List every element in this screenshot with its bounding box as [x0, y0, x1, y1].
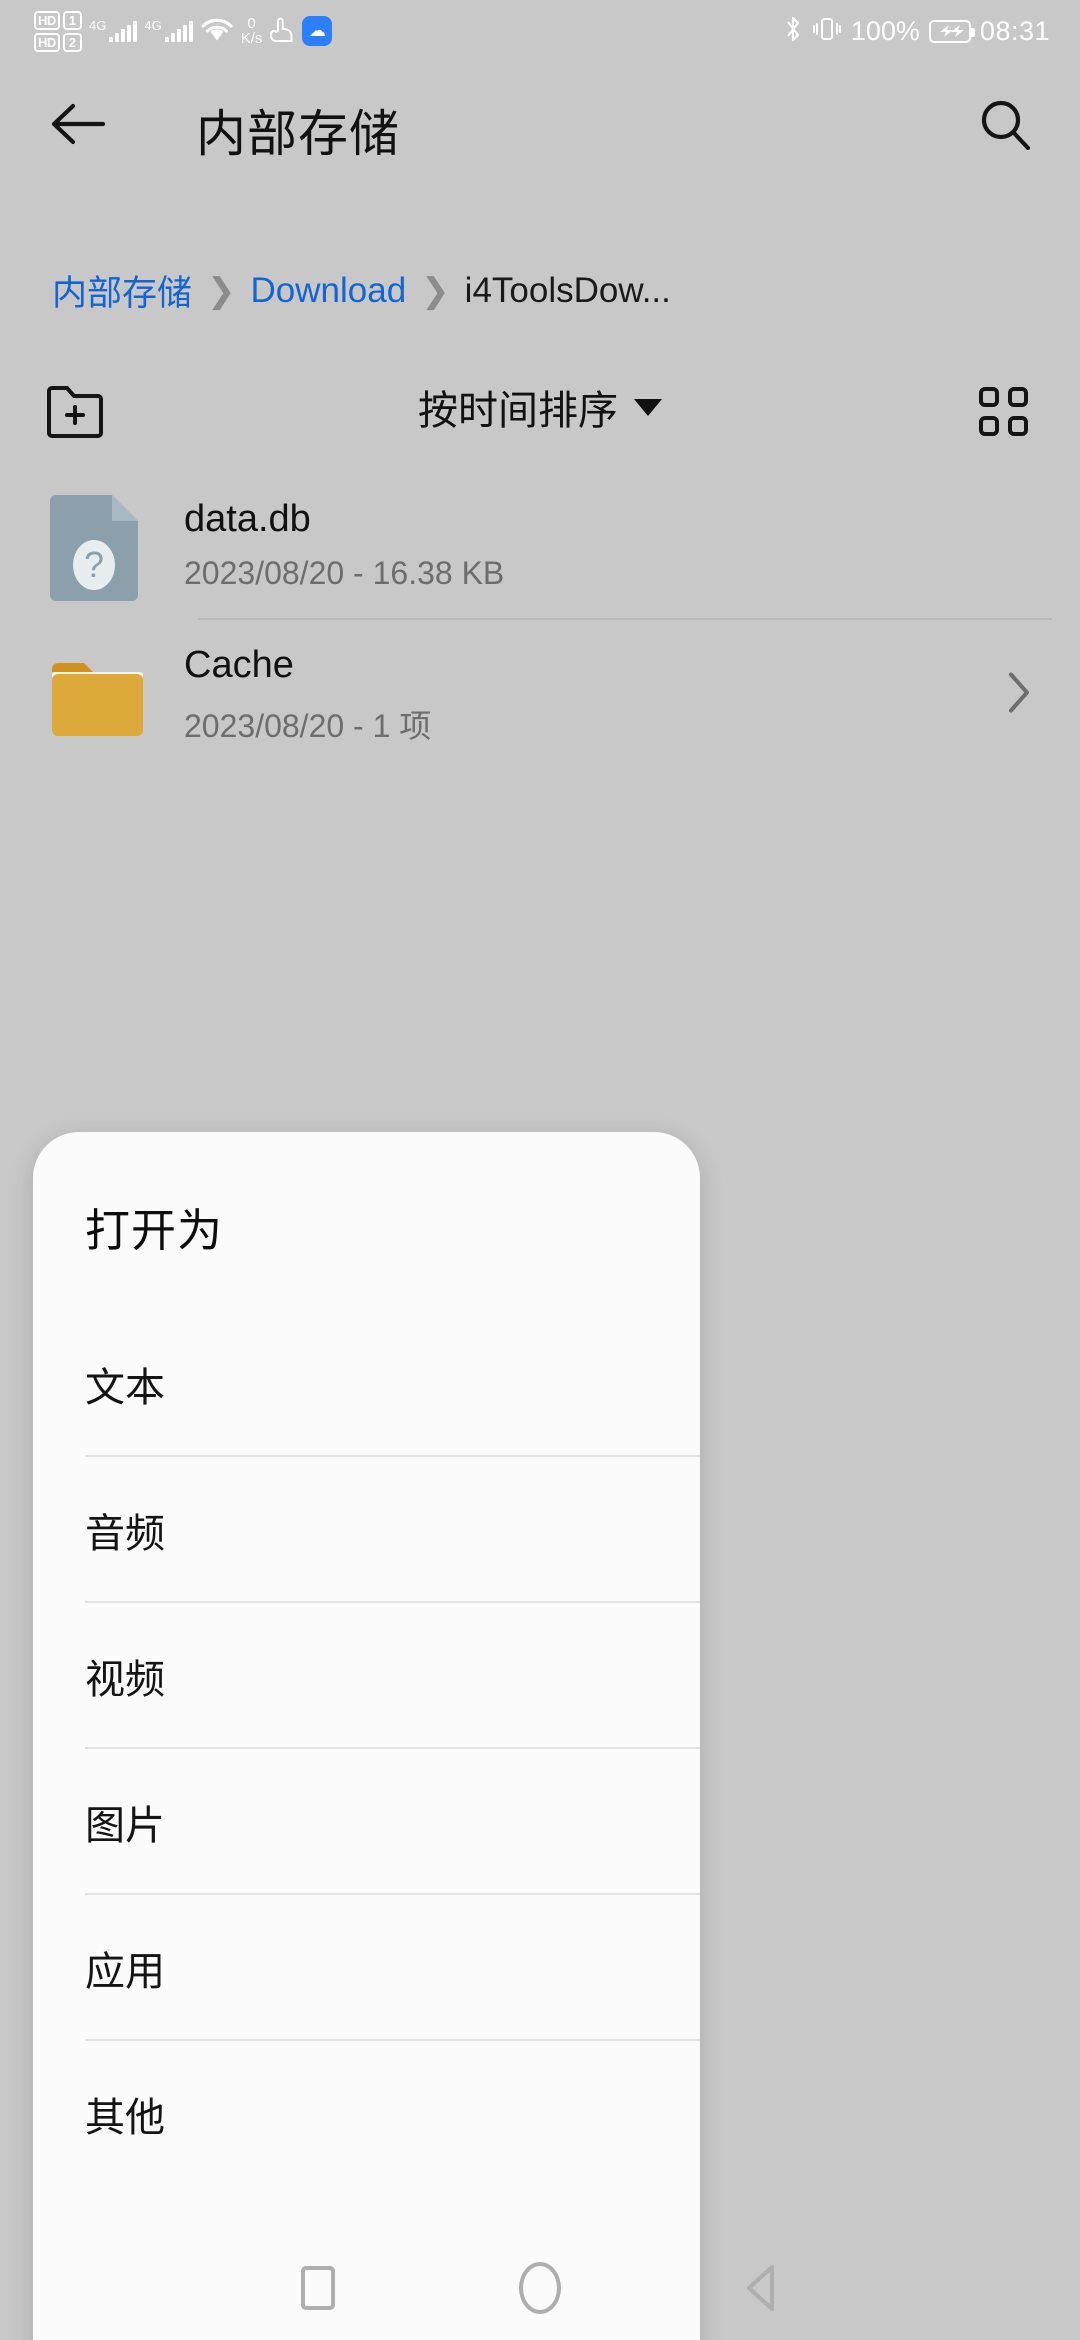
page-title: 内部存储: [196, 106, 400, 162]
folder-icon: [48, 649, 154, 741]
sort-label: 按时间排序: [418, 389, 618, 433]
phone-screen: HD 1 HD 2 4G 4G 0 K/s ☁ 100% 08:31 内部存储 …: [0, 0, 1080, 2340]
dialog-title: 打开为: [85, 1205, 224, 1256]
option-label: 文本: [85, 1366, 165, 1410]
table-row[interactable]: Cache 2023/08/20 - 1 项: [0, 620, 1080, 770]
file-subtitle: 2023/08/20 - 1 项: [184, 707, 432, 744]
new-folder-icon[interactable]: [36, 374, 114, 446]
status-bar: HD 1 HD 2 4G 4G 0 K/s ☁ 100% 08:31: [0, 0, 1080, 62]
network-type-2: 4G: [144, 18, 162, 33]
search-icon[interactable]: [970, 90, 1040, 160]
breadcrumb-separator-icon: ❯: [421, 271, 450, 310]
file-info: data.db 2023/08/20 - 16.38 KB: [184, 498, 504, 592]
status-bar-left: HD 1 HD 2 4G 4G 0 K/s ☁: [0, 10, 333, 52]
weather-app-icon: ☁: [302, 16, 333, 46]
signal-icon-1: 4G: [89, 18, 138, 42]
bluetooth-icon: [783, 14, 803, 49]
battery-charging-icon: [928, 19, 975, 43]
table-row[interactable]: ? data.db 2023/08/20 - 16.38 KB: [0, 470, 1080, 620]
network-speed-icon: 0 K/s: [241, 16, 263, 46]
open-as-option-app[interactable]: 应用: [33, 1895, 700, 2041]
wifi-icon: [200, 16, 234, 47]
unknown-file-icon: ?: [48, 489, 154, 601]
triangle-back-icon[interactable]: [726, 2252, 798, 2324]
option-label: 音频: [85, 1512, 165, 1556]
hd1-label: HD: [34, 10, 60, 30]
breadcrumb-item-2[interactable]: i4ToolsDow...: [465, 271, 671, 311]
breadcrumb-separator-icon: ❯: [207, 271, 236, 310]
breadcrumb-item-0[interactable]: 内部存储: [52, 265, 192, 316]
sim2-label: 2: [62, 32, 83, 52]
battery-percent: 100%: [850, 15, 920, 46]
file-name: data.db: [184, 498, 311, 540]
open-as-option-list: 文本 音频 视频 图片 应用 其他: [33, 1311, 700, 2187]
option-label: 视频: [85, 1658, 165, 1702]
open-as-dialog: 打开为 文本 音频 视频 图片 应用 其他: [33, 1132, 700, 2340]
square-recents-icon[interactable]: [282, 2252, 354, 2324]
breadcrumb-item-1[interactable]: Download: [251, 271, 407, 311]
sim1-label: 1: [62, 10, 83, 30]
option-label: 其他: [85, 2096, 165, 2140]
open-as-option-video[interactable]: 视频: [33, 1603, 700, 1749]
status-bar-right: 100% 08:31: [783, 14, 1080, 49]
chevron-down-icon: [634, 398, 662, 416]
file-toolbar: 按时间排序: [0, 368, 1080, 454]
status-bar-clock: 08:31: [979, 15, 1050, 46]
android-nav-bar: [0, 2236, 1080, 2340]
file-name: Cache: [184, 643, 294, 686]
open-as-option-image[interactable]: 图片: [33, 1749, 700, 1895]
network-type-1: 4G: [89, 18, 107, 33]
hd2-label: HD: [34, 32, 60, 52]
breadcrumb: 内部存储 ❯ Download ❯ i4ToolsDow...: [52, 265, 671, 316]
signal-icon-2: 4G: [144, 18, 193, 42]
net-speed-value: 0: [247, 15, 256, 32]
open-as-option-other[interactable]: 其他: [33, 2041, 700, 2187]
file-list: ? data.db 2023/08/20 - 16.38 KB Cache 20…: [0, 470, 1080, 770]
option-label: 图片: [85, 1804, 165, 1848]
touch-assistant-icon: [269, 15, 295, 48]
sort-button[interactable]: 按时间排序: [418, 378, 662, 436]
hd-sim-icon: HD 1 HD 2: [34, 10, 83, 52]
svg-text:?: ?: [84, 544, 104, 585]
back-arrow-icon[interactable]: [44, 90, 112, 158]
app-bar: 内部存储: [0, 62, 1080, 182]
open-as-option-text[interactable]: 文本: [33, 1311, 700, 1457]
vibrate-icon: [812, 15, 842, 48]
open-as-option-audio[interactable]: 音频: [33, 1457, 700, 1603]
grid-view-icon[interactable]: [966, 376, 1040, 446]
circle-home-icon[interactable]: [504, 2252, 576, 2324]
file-subtitle: 2023/08/20 - 16.38 KB: [184, 555, 505, 591]
net-speed-unit: K/s: [240, 30, 263, 47]
chevron-right-icon: [1006, 671, 1032, 720]
option-label: 应用: [85, 1950, 165, 1994]
file-info: Cache 2023/08/20 - 1 项: [184, 644, 431, 747]
